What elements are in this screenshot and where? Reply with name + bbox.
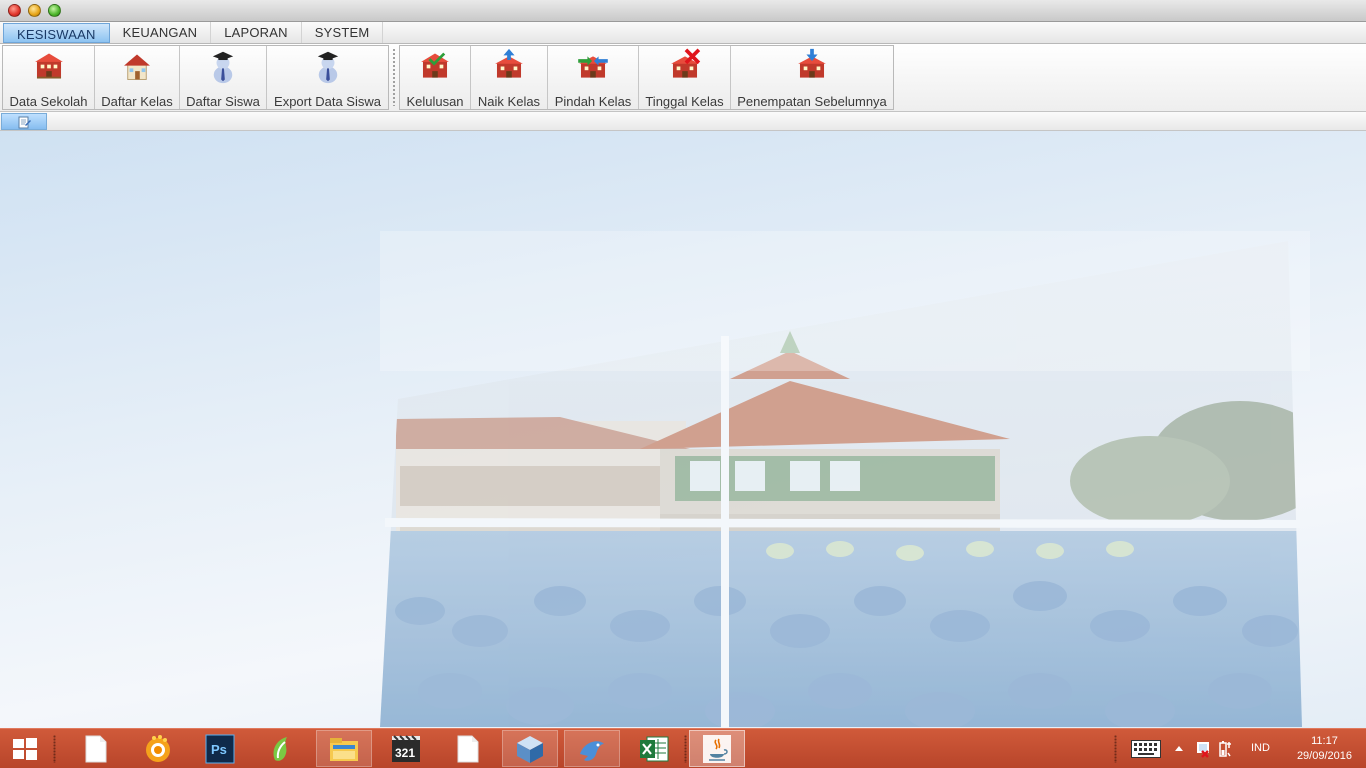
kelulusan-button[interactable]: Kelulusan	[400, 46, 471, 109]
battery-icon[interactable]	[1219, 739, 1235, 759]
school-building-icon	[34, 53, 63, 79]
svg-text:321: 321	[395, 746, 415, 760]
menu-kesiswaan[interactable]: KESISWAAN	[3, 23, 110, 43]
dolphin-icon	[580, 740, 604, 761]
taskbar-grip-2	[684, 735, 687, 763]
tinggal-kelas-button[interactable]: Tinggal Kelas	[639, 46, 731, 109]
export-data-siswa-button[interactable]: Export Data Siswa	[267, 46, 388, 109]
java-icon	[703, 734, 731, 763]
close-window-button[interactable]	[8, 4, 21, 17]
clock-date: 29/09/2016	[1296, 750, 1352, 762]
toolbar-group-data: Data Sekolah Daftar Kelas Daftar Siswa E…	[2, 45, 389, 110]
toolbar-separator-grip	[392, 48, 396, 106]
house-icon	[124, 54, 150, 80]
language-indicator[interactable]: IND	[1251, 742, 1270, 754]
tinggal-kelas-label: Tinggal Kelas	[645, 94, 724, 109]
main-content-area	[0, 131, 1366, 728]
school-background-image	[380, 231, 1310, 728]
export-data-siswa-label: Export Data Siswa	[274, 94, 381, 109]
taskbar-app-media-player[interactable]: 321	[378, 730, 434, 767]
data-sekolah-button[interactable]: Data Sekolah	[3, 46, 95, 109]
svg-text:Ps: Ps	[211, 742, 227, 757]
naik-kelas-button[interactable]: Naik Kelas	[471, 46, 548, 109]
minimize-window-button[interactable]	[28, 4, 41, 17]
student-graduate-icon	[212, 51, 234, 84]
menu-keuangan[interactable]: KEUANGAN	[110, 22, 212, 43]
taskbar-app-browser[interactable]	[130, 730, 186, 767]
toolbar-group-kelas: Kelulusan Naik Kelas Pindah Kelas Tingga…	[399, 45, 894, 110]
kelulusan-label: Kelulusan	[406, 94, 464, 109]
clock-time: 11:17	[1311, 735, 1338, 747]
taskbar-grip	[53, 735, 56, 763]
document-tab-strip	[0, 112, 1366, 131]
graduation-building-icon	[421, 52, 449, 78]
taskbar-app-excel[interactable]	[626, 730, 682, 767]
network-error-icon[interactable]	[1195, 740, 1211, 758]
data-sekolah-label: Data Sekolah	[9, 94, 88, 109]
penempatan-sebelumnya-label: Penempatan Sebelumnya	[737, 94, 887, 109]
windows-logo-icon	[13, 737, 37, 760]
taskbar-app-document[interactable]	[68, 730, 124, 767]
placement-building-icon	[798, 48, 826, 78]
taskbar-app-photoshop[interactable]: Ps	[192, 730, 248, 767]
maximize-window-button[interactable]	[48, 4, 61, 17]
media-player-icon: 321	[392, 734, 420, 762]
form-tab[interactable]	[1, 113, 47, 130]
daftar-siswa-label: Daftar Siswa	[186, 94, 260, 109]
taskbar-app-virtualbox[interactable]	[502, 730, 558, 767]
retain-building-icon	[670, 48, 700, 78]
start-button[interactable]	[0, 730, 50, 767]
virtualbox-cube-icon	[517, 735, 543, 763]
pindah-kelas-button[interactable]: Pindah Kelas	[548, 46, 639, 109]
window-titlebar	[0, 0, 1366, 22]
keyboard-icon[interactable]	[1131, 740, 1161, 758]
promote-building-icon	[495, 48, 523, 78]
taskbar-app-explorer[interactable]	[316, 730, 372, 767]
excel-icon	[640, 736, 669, 761]
menu-laporan[interactable]: LAPORAN	[211, 22, 302, 43]
windows-taskbar: Ps 321 IND 11:17 29/09/2016	[0, 728, 1366, 768]
file-explorer-icon	[330, 737, 358, 761]
student-export-icon	[317, 51, 338, 84]
form-tab-icon	[18, 116, 31, 129]
penempatan-sebelumnya-button[interactable]: Penempatan Sebelumnya	[731, 46, 893, 109]
daftar-kelas-button[interactable]: Daftar Kelas	[95, 46, 180, 109]
blank-document-icon	[85, 735, 107, 762]
transfer-building-icon	[578, 56, 608, 78]
menu-bar: KESISWAAN KEUANGAN LAPORAN SYSTEM	[0, 22, 1366, 44]
taskbar-app-green[interactable]	[254, 730, 310, 767]
green-app-icon	[273, 736, 287, 761]
photoshop-icon: Ps	[205, 734, 235, 763]
show-hidden-icons-arrow[interactable]	[1174, 744, 1184, 752]
blank-document-icon	[457, 735, 479, 762]
ribbon-toolbar: Data Sekolah Daftar Kelas Daftar Siswa E…	[0, 44, 1366, 112]
menu-system[interactable]: SYSTEM	[302, 22, 384, 43]
taskbar-app-dolphin[interactable]	[564, 730, 620, 767]
tray-grip	[1114, 735, 1117, 763]
taskbar-app-document-2[interactable]	[440, 730, 496, 767]
naik-kelas-label: Naik Kelas	[477, 94, 541, 109]
pindah-kelas-label: Pindah Kelas	[554, 94, 632, 109]
daftar-kelas-label: Daftar Kelas	[101, 94, 173, 109]
browser-orb-icon	[146, 734, 170, 762]
system-clock[interactable]: 11:17 29/09/2016	[1297, 734, 1352, 764]
daftar-siswa-button[interactable]: Daftar Siswa	[180, 46, 267, 109]
taskbar-app-java[interactable]	[689, 730, 745, 767]
